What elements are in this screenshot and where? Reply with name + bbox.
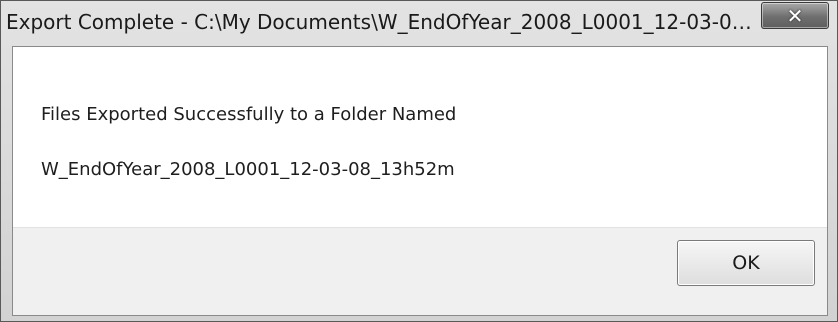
button-bar: OK [13, 227, 827, 315]
close-icon: ✕ [786, 3, 804, 28]
folder-name: W_EndOfYear_2008_L0001_12-03-08_13h52m [41, 159, 455, 180]
success-message: Files Exported Successfully to a Folder … [41, 104, 457, 125]
close-button[interactable]: ✕ [761, 2, 829, 29]
title-bar[interactable]: Export Complete - C:\My Documents\W_EndO… [1, 1, 837, 43]
message-area: Files Exported Successfully to a Folder … [13, 47, 827, 227]
window-title: Export Complete - C:\My Documents\W_EndO… [6, 10, 757, 34]
ok-button[interactable]: OK [677, 240, 815, 286]
dialog-client-area: Files Exported Successfully to a Folder … [12, 46, 828, 316]
export-complete-dialog: Export Complete - C:\My Documents\W_EndO… [0, 0, 838, 322]
